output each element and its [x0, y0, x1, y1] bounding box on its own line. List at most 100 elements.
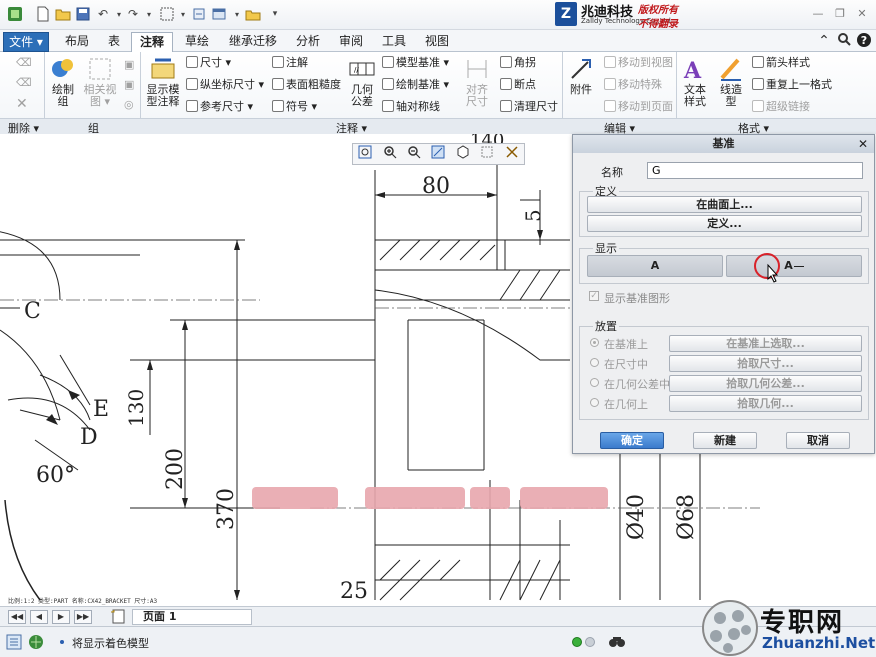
windows-icon[interactable]	[210, 5, 228, 23]
dimension-text[interactable]: 130	[124, 389, 148, 427]
pick-geometry-button[interactable]: 拾取几何...	[669, 395, 862, 412]
axis-symmetry-button[interactable]: 轴对称线	[382, 98, 440, 114]
dimension-text[interactable]: 5	[521, 209, 545, 222]
section-label[interactable]: C	[24, 299, 41, 324]
dimension-text[interactable]: 200	[163, 448, 188, 490]
new-button[interactable]: 新建	[693, 432, 757, 449]
breakpoint-button[interactable]: 断点	[500, 76, 536, 92]
draw-group-button[interactable]: 绘制 组	[48, 56, 78, 108]
search-icon[interactable]	[835, 32, 853, 50]
new-file-icon[interactable]	[34, 5, 52, 23]
tab-file[interactable]: 文件 ▾	[3, 32, 49, 52]
line-style-button[interactable]: 线造 型	[716, 56, 746, 108]
move-to-view-button[interactable]: 移动到视图	[604, 54, 673, 70]
dimension-text[interactable]: 80	[422, 174, 450, 199]
minimize-icon[interactable]: —	[808, 6, 828, 22]
dimension-text[interactable]: 370	[214, 488, 239, 530]
datum-display-icon[interactable]	[478, 145, 496, 163]
repaint-icon[interactable]	[429, 145, 447, 163]
annotation-display-icon[interactable]	[503, 145, 521, 163]
radio-on-datum[interactable]	[590, 338, 599, 347]
related-view-button[interactable]: 相关视 图 ▾	[82, 56, 118, 108]
attach-button[interactable]: 附件	[566, 56, 596, 96]
group-tool-icon-1[interactable]: ▣	[124, 58, 134, 71]
cancel-button[interactable]: 取消	[786, 432, 850, 449]
close-icon[interactable]: ✕	[858, 135, 868, 153]
dimension-text[interactable]: Ø68	[674, 494, 699, 540]
tab-annotate[interactable]: 注释	[131, 32, 173, 53]
ordinate-dimension-button[interactable]: 纵坐标尺寸 ▾	[186, 76, 264, 92]
arrow-style-button[interactable]: 箭头样式	[752, 54, 810, 70]
symbol-button[interactable]: 符号 ▾	[272, 98, 317, 114]
dimension-button[interactable]: 尺寸 ▾	[186, 54, 231, 70]
tab-review[interactable]: 审阅	[332, 32, 370, 52]
next-page-icon[interactable]: ▶	[52, 610, 70, 624]
tab-analysis[interactable]: 分析	[289, 32, 327, 52]
help-icon[interactable]: ?	[855, 32, 873, 50]
hyperlink-button[interactable]: 超级链接	[752, 98, 810, 114]
tab-tools[interactable]: 工具	[375, 32, 413, 52]
previous-page-icon[interactable]: ◀	[30, 610, 48, 624]
page-tab[interactable]: 页面 1	[132, 609, 252, 625]
tab-view[interactable]: 视图	[418, 32, 456, 52]
ribbon-collapse-icon[interactable]: ⌃	[815, 32, 833, 50]
find-icon[interactable]	[608, 633, 626, 651]
ok-button[interactable]: 确定	[600, 432, 664, 449]
open-folder-icon[interactable]	[54, 5, 72, 23]
zoom-in-icon[interactable]	[381, 145, 399, 163]
align-dimension-button[interactable]: 对齐 尺寸	[462, 56, 492, 108]
delete-x-icon[interactable]: ✕	[16, 96, 28, 112]
browser-icon[interactable]	[28, 634, 44, 650]
pick-gtol-button[interactable]: 拾取几何公差...	[669, 375, 862, 392]
dimension-text[interactable]: 60°	[36, 463, 75, 488]
display-style-icon[interactable]	[454, 145, 472, 163]
section-label[interactable]: E	[93, 397, 109, 422]
move-special-button[interactable]: 移动特殊	[604, 76, 662, 92]
tab-table[interactable]: 表	[100, 32, 128, 52]
first-page-icon[interactable]: ◀◀	[8, 610, 26, 624]
radio-in-dimension[interactable]	[590, 358, 599, 367]
repeat-format-button[interactable]: 重复上一格式	[752, 76, 832, 92]
customize-toolbar-icon[interactable]: ▾	[266, 5, 284, 23]
regenerate-icon[interactable]	[190, 5, 208, 23]
display-style-a-line-button[interactable]: A	[726, 255, 862, 277]
zoom-out-icon[interactable]	[405, 145, 423, 163]
on-surface-button[interactable]: 在曲面上...	[587, 196, 862, 213]
refit-icon[interactable]	[356, 145, 374, 163]
clean-dimension-button[interactable]: 清理尺寸	[500, 98, 558, 114]
group-tool-icon-2[interactable]: ▣	[124, 78, 134, 91]
redo-dropdown-icon[interactable]: ▾	[140, 5, 158, 23]
model-datum-button[interactable]: 模型基准 ▾	[382, 54, 449, 70]
reference-dimension-button[interactable]: 参考尺寸 ▾	[186, 98, 253, 114]
corner-button[interactable]: 角拐	[500, 54, 536, 70]
delete-tool-icon-2[interactable]: ⌫	[16, 76, 32, 89]
group-tool-icon-3[interactable]: ◎	[124, 98, 134, 111]
pick-on-datum-button[interactable]: 在基准上选取...	[669, 335, 862, 352]
app-icon[interactable]	[6, 5, 24, 23]
radio-in-gtol[interactable]	[590, 378, 599, 387]
draw-datum-button[interactable]: 绘制基准 ▾	[382, 76, 449, 92]
tab-legacy-migration[interactable]: 继承迁移	[222, 32, 284, 52]
radio-on-geometry[interactable]	[590, 398, 599, 407]
last-page-icon[interactable]: ▶▶	[74, 610, 92, 624]
maximize-icon[interactable]: ❐	[830, 6, 850, 22]
name-input[interactable]	[647, 162, 863, 179]
new-page-icon[interactable]	[110, 609, 128, 624]
save-icon[interactable]	[74, 5, 92, 23]
dimension-text[interactable]: Ø40	[624, 494, 649, 540]
show-datum-checkbox[interactable]: ✓	[589, 291, 599, 301]
surface-finish-button[interactable]: 表面粗糙度	[272, 76, 341, 92]
geometric-tolerance-button[interactable]: // 几何 公差	[346, 56, 378, 108]
tab-layout[interactable]: 布局	[58, 32, 96, 52]
navigator-icon[interactable]	[6, 634, 22, 650]
close-window-icon[interactable]	[244, 5, 262, 23]
dimension-text[interactable]: 25	[340, 579, 368, 604]
tab-sketch[interactable]: 草绘	[177, 32, 217, 52]
dialog-titlebar[interactable]: 基准 ✕	[573, 135, 874, 153]
show-model-annotations-button[interactable]: 显示模 型注释	[144, 56, 182, 108]
section-label[interactable]: D	[80, 425, 98, 450]
text-style-button[interactable]: A 文本 样式	[680, 56, 710, 108]
close-icon[interactable]: ✕	[852, 6, 872, 22]
move-to-page-button[interactable]: 移动到页面	[604, 98, 673, 114]
define-button[interactable]: 定义...	[587, 215, 862, 232]
